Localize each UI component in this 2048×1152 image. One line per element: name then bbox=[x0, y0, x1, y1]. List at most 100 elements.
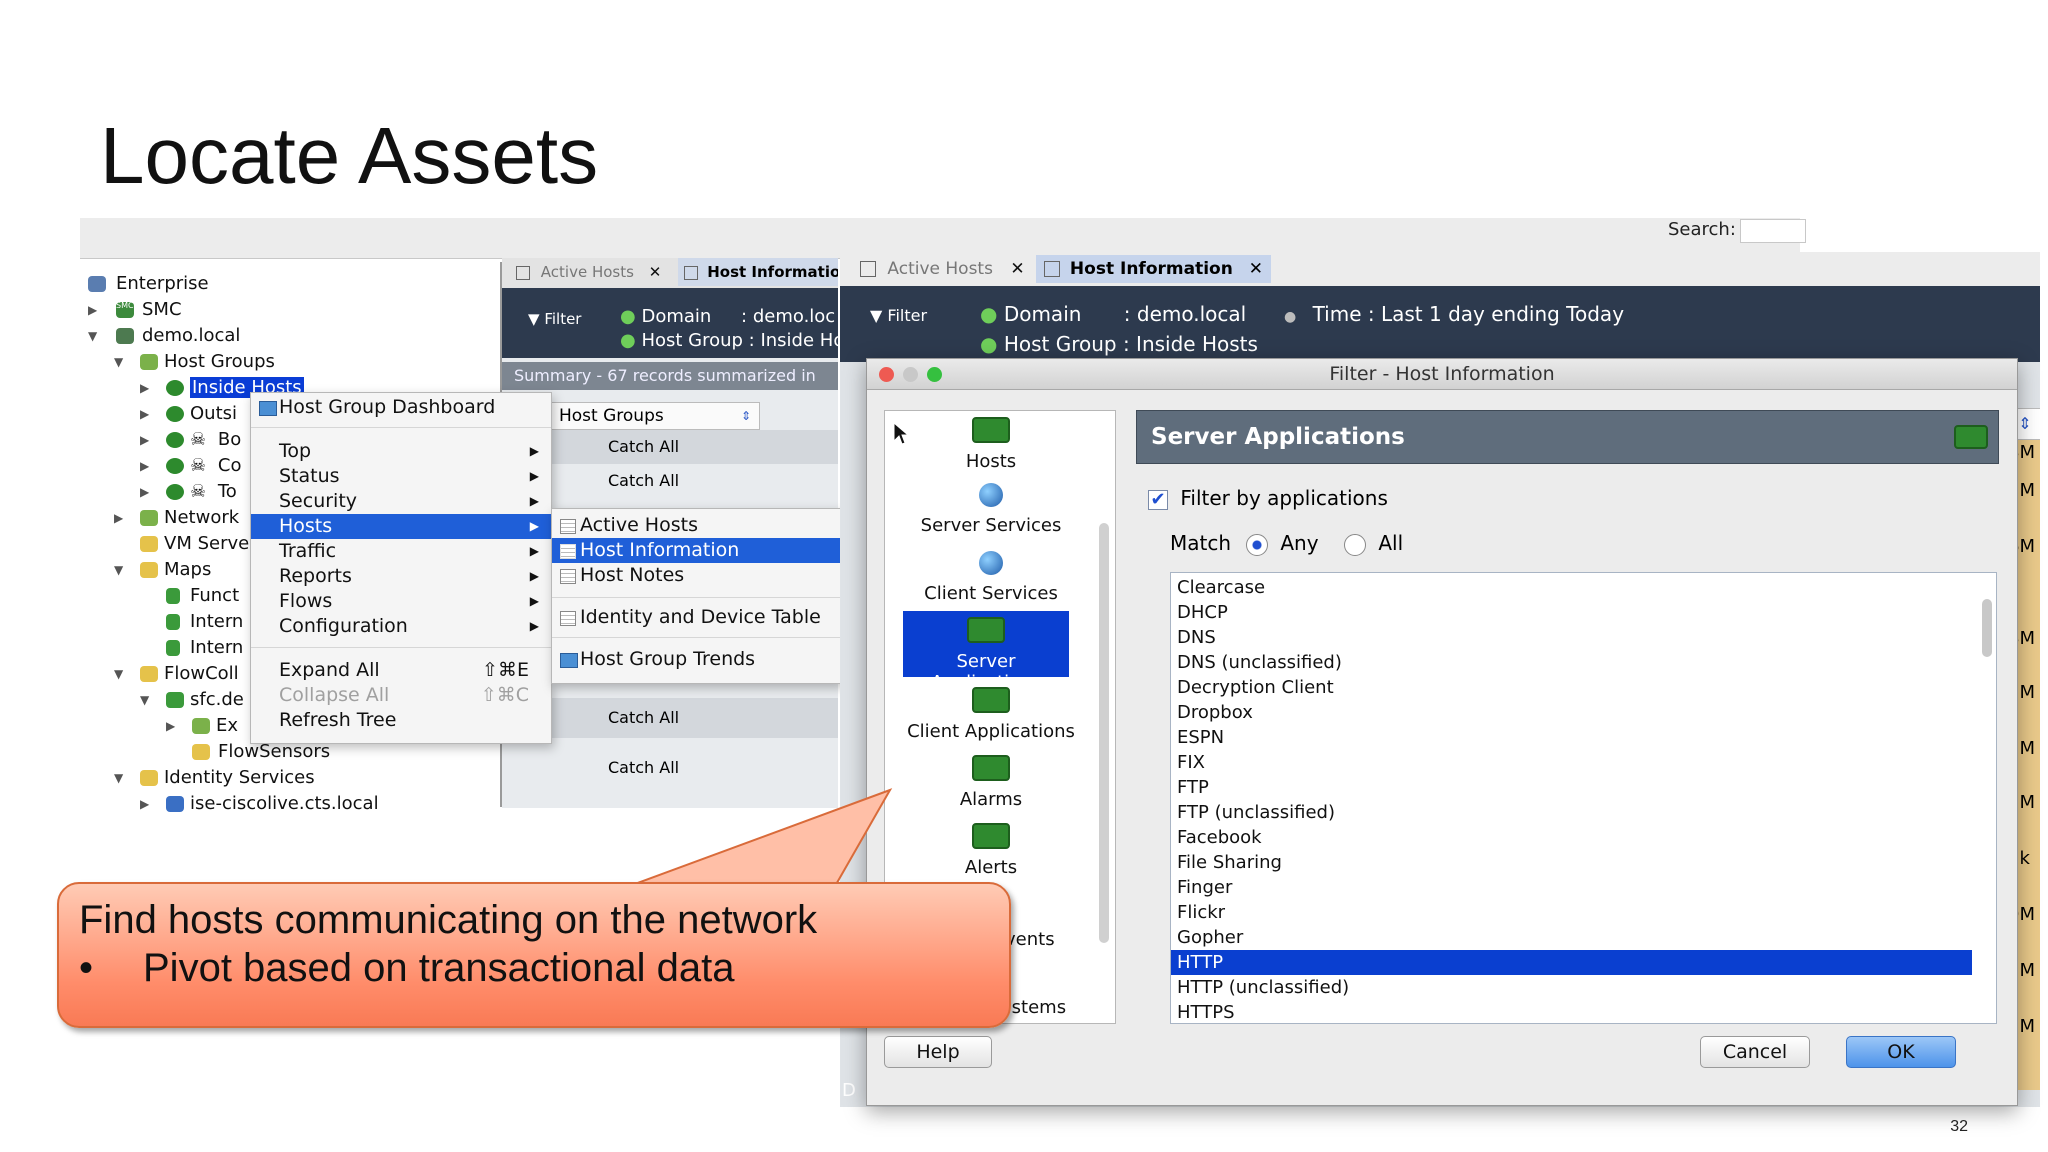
menu-item-status[interactable]: Status ▶ bbox=[251, 464, 551, 489]
tree-item-maps[interactable]: ▼ Maps bbox=[114, 558, 211, 582]
expand-arrow-icon[interactable]: ▶ bbox=[140, 428, 154, 452]
nav-item-systems[interactable]: ystems bbox=[1001, 997, 1095, 1018]
nav-item-server-applications[interactable]: Server Applications bbox=[903, 611, 1069, 693]
table-row[interactable]: Catch All bbox=[548, 748, 838, 788]
zoom-window-button[interactable] bbox=[927, 367, 942, 382]
list-item[interactable]: Gopher bbox=[1171, 925, 1972, 950]
tree-item-enterprise[interactable]: Enterprise bbox=[88, 272, 209, 296]
filter-button[interactable]: ▼ Filter bbox=[528, 310, 581, 328]
radio-selected-icon[interactable] bbox=[1246, 533, 1268, 556]
list-item[interactable]: Clearcase bbox=[1171, 575, 1972, 600]
list-item[interactable]: Facebook bbox=[1171, 825, 1972, 850]
tree-item-host-groups[interactable]: ▼ Host Groups bbox=[114, 350, 275, 374]
list-item-selected[interactable]: HTTP bbox=[1171, 950, 1972, 975]
match-any-radio[interactable]: Any bbox=[1246, 531, 1319, 556]
tree-item-vm-server[interactable]: VM Serve bbox=[114, 532, 249, 556]
list-item[interactable]: HTTP (unclassified) bbox=[1171, 975, 1972, 1000]
nav-item-client-services[interactable]: Client Services bbox=[885, 551, 1097, 604]
radio-unselected-icon[interactable] bbox=[1344, 533, 1366, 556]
tree-item-co[interactable]: ▶ ☠ Co bbox=[140, 454, 241, 478]
expand-arrow-icon[interactable]: ▶ bbox=[140, 402, 154, 426]
minimize-window-button[interactable] bbox=[903, 367, 918, 382]
search-input[interactable] bbox=[1740, 219, 1806, 243]
list-item[interactable]: DHCP bbox=[1171, 600, 1972, 625]
tree-item-sfc[interactable]: ▼ sfc.de bbox=[140, 688, 244, 712]
tree-item-network[interactable]: ▶ Network bbox=[114, 506, 239, 530]
table-row[interactable]: Catch All bbox=[548, 430, 838, 464]
nav-item-alarms[interactable]: Alarms bbox=[885, 755, 1097, 810]
list-item[interactable]: File Sharing bbox=[1171, 850, 1972, 875]
collapse-arrow-icon[interactable]: ▼ bbox=[114, 766, 128, 790]
expand-arrow-icon[interactable]: ▶ bbox=[166, 714, 180, 738]
table-row[interactable]: Catch All bbox=[548, 464, 838, 498]
menu-item-refresh-tree[interactable]: Refresh Tree bbox=[251, 708, 551, 733]
list-item[interactable]: Decryption Client bbox=[1171, 675, 1972, 700]
list-item[interactable]: ESPN bbox=[1171, 725, 1972, 750]
nav-item-hosts[interactable]: Hosts bbox=[885, 417, 1097, 472]
close-icon[interactable]: ✕ bbox=[649, 263, 662, 281]
filter-by-applications-checkbox[interactable]: ✔ Filter by applications bbox=[1148, 486, 1388, 510]
tree-item-bo[interactable]: ▶ ☠ Bo bbox=[140, 428, 241, 452]
cancel-button[interactable]: Cancel bbox=[1700, 1036, 1810, 1068]
checkbox-checked-icon[interactable]: ✔ bbox=[1148, 489, 1168, 510]
menu-item-host-group-dashboard[interactable]: Host Group Dashboard bbox=[251, 395, 551, 420]
submenu-item-host-group-trends[interactable]: Host Group Trends bbox=[552, 647, 842, 672]
expand-arrow-icon[interactable]: ▶ bbox=[88, 298, 102, 322]
sort-icon[interactable]: ⇕ bbox=[741, 403, 751, 429]
collapse-arrow-icon[interactable]: ▼ bbox=[140, 688, 154, 712]
close-icon[interactable]: ✕ bbox=[1249, 259, 1263, 279]
submenu-item-identity-device-table[interactable]: Identity and Device Table bbox=[552, 605, 842, 630]
tree-item-ex[interactable]: ▶ Ex bbox=[166, 714, 238, 738]
list-item[interactable]: DNS (unclassified) bbox=[1171, 650, 1972, 675]
match-all-radio[interactable]: All bbox=[1344, 531, 1403, 556]
list-item[interactable]: DNS bbox=[1171, 625, 1972, 650]
tree-item-funct[interactable]: Funct bbox=[166, 584, 239, 608]
menu-item-traffic[interactable]: Traffic ▶ bbox=[251, 539, 551, 564]
tree-item-outside[interactable]: ▶ Outsi bbox=[140, 402, 237, 426]
help-button[interactable]: Help bbox=[884, 1036, 992, 1068]
menu-item-flows[interactable]: Flows ▶ bbox=[251, 589, 551, 614]
tab-active-hosts[interactable]: Active Hosts ✕ bbox=[860, 255, 1025, 283]
collapse-arrow-icon[interactable]: ▼ bbox=[114, 350, 128, 374]
nav-item-alerts[interactable]: Alerts bbox=[885, 823, 1097, 878]
list-item[interactable]: Dropbox bbox=[1171, 700, 1972, 725]
menu-item-configuration[interactable]: Configuration ▶ bbox=[251, 614, 551, 639]
scrollbar[interactable] bbox=[1099, 523, 1109, 943]
list-item[interactable]: Flickr bbox=[1171, 900, 1972, 925]
list-item[interactable]: FTP bbox=[1171, 775, 1972, 800]
list-item[interactable]: FIX bbox=[1171, 750, 1972, 775]
menu-item-hosts[interactable]: Hosts ▶ bbox=[251, 514, 551, 539]
submenu-item-host-notes[interactable]: Host Notes bbox=[552, 563, 842, 588]
list-item[interactable]: FTP (unclassified) bbox=[1171, 800, 1972, 825]
expand-arrow-icon[interactable]: ▶ bbox=[114, 506, 128, 530]
tree-item-smc[interactable]: ▶ SMC SMC bbox=[88, 298, 182, 322]
collapse-arrow-icon[interactable]: ▼ bbox=[114, 558, 128, 582]
nav-item-client-applications[interactable]: Client Applications bbox=[885, 687, 1097, 742]
tab-host-information[interactable]: Host Information bbox=[678, 258, 838, 286]
menu-item-top[interactable]: Top ▶ bbox=[251, 439, 551, 464]
tree-item-domain[interactable]: ▼ demo.local bbox=[88, 324, 240, 348]
nav-item-server-services[interactable]: Server Services bbox=[885, 483, 1097, 536]
menu-item-expand-all[interactable]: Expand All ⇧⌘E bbox=[251, 658, 551, 683]
tree-item-intern-1[interactable]: Intern bbox=[166, 610, 243, 634]
tree-item-intern-2[interactable]: Intern bbox=[166, 636, 243, 660]
table-row[interactable]: Catch All bbox=[548, 698, 838, 738]
list-item[interactable]: Finger bbox=[1171, 875, 1972, 900]
filter-button[interactable]: ▼ Filter bbox=[870, 306, 927, 325]
tab-host-information[interactable]: Host Information ✕ bbox=[1036, 255, 1271, 283]
tree-item-flowcoll[interactable]: ▼ FlowColl bbox=[114, 662, 239, 686]
expand-arrow-icon[interactable]: ▶ bbox=[140, 792, 154, 816]
list-item[interactable]: HTTPS bbox=[1171, 1000, 1972, 1023]
tree-item-identity-services[interactable]: ▼ Identity Services bbox=[114, 766, 315, 790]
menu-item-security[interactable]: Security ▶ bbox=[251, 489, 551, 514]
menu-item-reports[interactable]: Reports ▶ bbox=[251, 564, 551, 589]
scrollbar[interactable] bbox=[1982, 599, 1992, 657]
nav-item-events[interactable]: vents bbox=[1005, 929, 1095, 950]
expand-arrow-icon[interactable]: ▶ bbox=[140, 454, 154, 478]
expand-arrow-icon[interactable]: ▶ bbox=[140, 480, 154, 504]
tree-item-to[interactable]: ▶ ☠ To bbox=[140, 480, 237, 504]
tree-item-ise[interactable]: ▶ ise-ciscolive.cts.local bbox=[140, 792, 379, 816]
submenu-item-host-information[interactable]: Host Information bbox=[552, 538, 842, 563]
ok-button[interactable]: OK bbox=[1846, 1036, 1956, 1068]
collapse-arrow-icon[interactable]: ▼ bbox=[114, 662, 128, 686]
